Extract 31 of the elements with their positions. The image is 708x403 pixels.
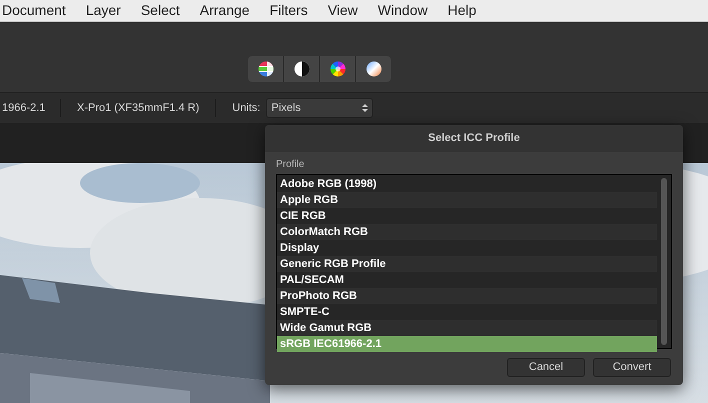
menu-item[interactable]: Window [378,0,428,21]
menu-item[interactable]: Filters [270,0,308,21]
profile-item[interactable]: Apple RGB [277,192,657,208]
menu-item[interactable]: View [328,0,358,21]
color-wheel-icon [330,61,346,77]
dialog-button[interactable]: Cancel [507,358,585,377]
toolbar-button[interactable] [320,56,355,82]
profile-item[interactable]: Wide Gamut RGB [277,320,657,336]
toolbar-button[interactable] [356,56,391,82]
channels-icon [258,61,274,77]
units-label: Units: [231,100,262,116]
toolbar-button[interactable] [248,56,283,82]
contrast-icon [294,61,310,77]
profile-item[interactable]: ProPhoto RGB [277,288,657,304]
gradient-sphere-icon [366,61,382,77]
menu-item[interactable]: Select [140,0,180,21]
stepper-icon [362,103,368,113]
menu-item[interactable]: Layer [86,0,121,21]
units-select[interactable]: Pixels [266,98,374,118]
menu-item[interactable]: Help [448,0,476,21]
dialog-title: Select ICC Profile [265,125,683,152]
toolbar-button[interactable] [284,56,319,82]
list-label: Profile [276,158,306,172]
dialog-button[interactable]: Convert [593,358,671,377]
camera-label: X-Pro1 (XF35mmF1.4 R) [61,99,216,117]
menu-item[interactable]: Document [2,0,66,21]
menu-item[interactable]: Arrange [200,0,250,21]
profile-item[interactable]: Generic RGB Profile [277,256,657,272]
profile-item[interactable]: ColorMatch RGB [277,224,657,240]
scrollbar-thumb[interactable] [661,178,667,345]
profile-label: 1966-2.1 [0,99,61,117]
